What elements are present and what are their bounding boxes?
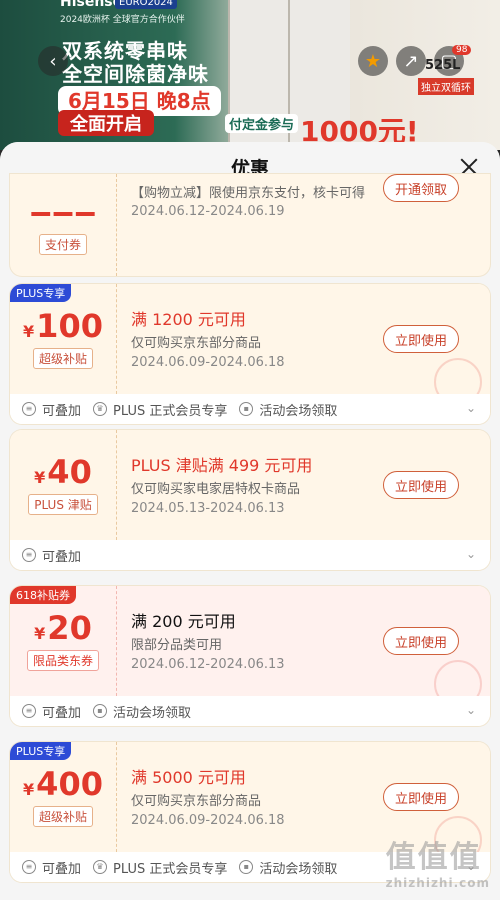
hero-tagline: 2024欧洲杯 全球官方合作伙伴	[60, 15, 185, 25]
feature-tag: 独立双循环	[418, 78, 474, 95]
share-icon: ↗	[403, 50, 419, 72]
coupon-scope: 【购物立减】限使用京东支付，核卡可得	[131, 186, 366, 201]
coupon-type: 限品类东券	[26, 649, 99, 671]
hero-deposit: 付定金参与	[225, 114, 299, 133]
stack-icon: ≡	[22, 402, 36, 416]
coupon-type: 超级补贴	[32, 805, 93, 827]
use-now-button[interactable]: 立即使用	[383, 783, 459, 811]
coupon-ribbon: PLUS专享	[10, 742, 72, 760]
stack-icon: ≡	[22, 548, 36, 562]
brand-logo: Hisense	[60, 0, 123, 10]
use-now-button[interactable]: 立即使用	[383, 627, 459, 655]
coupon-right: 满 1200 元可用 仅可购买京东部分商品 2024.06.09-2024.06…	[131, 284, 461, 394]
coupon-condition: 满 1200 元可用	[131, 310, 246, 329]
volume-label: 525L	[425, 58, 461, 73]
coupon-card-partial: ‒‒‒ 支付券 【购物立减】限使用京东支付，核卡可得 2024.06.12-20…	[10, 174, 490, 276]
coupon-right: 【购物立减】限使用京东支付，核卡可得 2024.06.12-2024.06.19…	[131, 174, 461, 284]
back-button[interactable]: ‹	[38, 46, 68, 76]
coupon-amount: ¥400	[23, 764, 103, 803]
coupon-ribbon: PLUS专享	[10, 284, 72, 302]
hero-date-2: 全面开启	[58, 110, 154, 136]
euro-badge: EURO2024	[115, 0, 177, 9]
coupon-meta: ≡ 可叠加 ♛ PLUS 正式会员专享 ▪ 活动会场领取 ⌄	[10, 394, 490, 424]
use-now-button[interactable]: 立即使用	[383, 471, 459, 499]
coupon-amount: ¥20	[34, 608, 92, 647]
coupon-condition: 满 200 元可用	[131, 612, 236, 631]
coupon-dates: 2024.06.12-2024.06.13	[131, 657, 285, 672]
coupon-scope: 仅可购买京东部分商品	[131, 336, 262, 351]
coupon-ribbon: 618补贴券	[10, 586, 76, 604]
coupon-left: ¥40 PLUS 津贴	[10, 430, 117, 540]
site-watermark: 值值值 zhizhizhi.com	[385, 840, 490, 890]
coupon-meta: ≡ 可叠加 ⌄	[10, 540, 490, 570]
coupon-right: PLUS 津贴满 499 元可用 仅可购买家电家居特权卡商品 2024.05.1…	[131, 430, 461, 540]
ticket-icon: ▪	[239, 860, 254, 874]
coupon-body: ¥20 限品类东券 满 200 元可用 限部分品类可用 2024.06.12-2…	[10, 586, 490, 708]
coupon-left: ‒‒‒ 支付券	[10, 174, 117, 276]
coupon-condition: 满 5000 元可用	[131, 768, 246, 787]
chevron-down-icon[interactable]: ⌄	[466, 703, 476, 717]
coupon-scope: 限部分品类可用	[131, 638, 223, 653]
coupon-scope: 仅可购买家电家居特权卡商品	[131, 482, 301, 497]
coupon-meta: ≡ 可叠加 ▪ 活动会场领取 ⌄	[10, 696, 490, 726]
coupon-scope: 仅可购买京东部分商品	[131, 794, 262, 809]
coupon-dates: 2024.05.13-2024.06.13	[131, 501, 285, 516]
activate-claim-button[interactable]: 开通领取	[383, 174, 459, 202]
chevron-down-icon[interactable]: ⌄	[466, 401, 476, 415]
coupon-dates: 2024.06.09-2024.06.18	[131, 813, 285, 828]
coupon-card: PLUS专享 ¥100 超级补贴 满 1200 元可用 仅可购买京东部分商品 2…	[10, 284, 490, 424]
chevron-down-icon[interactable]: ⌄	[466, 547, 476, 561]
discount-sheet: 优惠 ‒‒‒ 支付券 【购物立减】限使用京东支付，核卡可得 2024.06.12…	[0, 142, 500, 900]
coupon-type: 支付券	[38, 233, 87, 255]
coupon-body: ¥40 PLUS 津贴 PLUS 津贴满 499 元可用 仅可购买家电家居特权卡…	[10, 430, 490, 540]
product-hero-banner: Hisense EURO2024 2024欧洲杯 全球官方合作伙伴 双系统零串味…	[0, 0, 500, 150]
use-now-button[interactable]: 立即使用	[383, 325, 459, 353]
coupon-amount: ‒‒‒	[29, 192, 97, 231]
ticket-icon: ▪	[239, 402, 254, 416]
stack-icon: ≡	[22, 860, 36, 874]
cart-count-badge: 98	[452, 45, 472, 55]
coupon-type: 超级补贴	[32, 347, 93, 369]
stack-icon: ≡	[22, 704, 36, 718]
coupon-dates: 2024.06.12-2024.06.19	[131, 204, 285, 219]
coupon-condition: PLUS 津贴满 499 元可用	[131, 456, 313, 475]
chevron-left-icon: ‹	[49, 50, 57, 72]
coupon-body: ¥100 超级补贴 满 1200 元可用 仅可购买京东部分商品 2024.06.…	[10, 284, 490, 406]
coupon-card: 618补贴券 ¥20 限品类东券 满 200 元可用 限部分品类可用 2024.…	[10, 586, 490, 726]
coupon-type: PLUS 津贴	[28, 493, 98, 515]
star-icon: ★	[364, 50, 382, 72]
coupon-dates: 2024.06.09-2024.06.18	[131, 355, 285, 370]
coupon-card: ¥40 PLUS 津贴 PLUS 津贴满 499 元可用 仅可购买家电家居特权卡…	[10, 430, 490, 570]
share-button[interactable]: ↗	[396, 46, 426, 76]
favorite-button[interactable]: ★	[358, 46, 388, 76]
coupon-right: 满 200 元可用 限部分品类可用 2024.06.12-2024.06.13 …	[131, 586, 461, 696]
hero-headline-2: 全空间除菌净味	[62, 62, 209, 86]
coupon-amount: ¥40	[34, 452, 92, 491]
crown-icon: ♛	[93, 402, 108, 416]
crown-icon: ♛	[93, 860, 108, 874]
ticket-icon: ▪	[93, 704, 108, 718]
coupon-amount: ¥100	[23, 306, 103, 345]
